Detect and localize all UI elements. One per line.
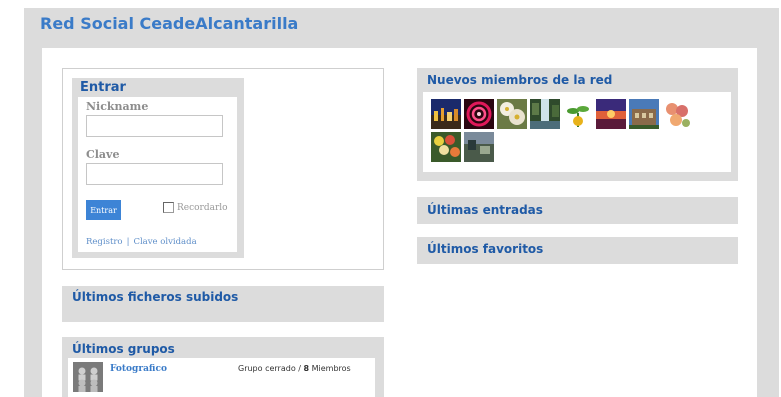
member-avatar-sunset[interactable] [596, 99, 626, 129]
remember-checkbox[interactable] [163, 202, 174, 213]
member-avatar-flowers-white[interactable] [497, 99, 527, 129]
group-status: Grupo cerrado / [238, 364, 301, 373]
member-avatar-spiral[interactable] [464, 99, 494, 129]
group-avatar[interactable] [73, 362, 103, 392]
member-avatar-building[interactable] [629, 99, 659, 129]
password-label: Clave [86, 148, 120, 161]
member-avatar-cityscape[interactable] [431, 99, 461, 129]
people-icon [73, 362, 103, 392]
member-avatar-flowers-pink[interactable] [662, 99, 692, 129]
member-avatar-plant[interactable] [563, 99, 593, 129]
forgot-password-link[interactable]: Clave olvidada [133, 237, 196, 247]
link-separator: | [126, 237, 130, 247]
login-button[interactable]: Entrar [86, 200, 121, 220]
files-title: Últimos ficheros subidos [72, 290, 239, 304]
group-member-label: Miembros [311, 364, 351, 373]
member-avatar-landscape[interactable] [464, 132, 494, 162]
group-name-link[interactable]: Fotografico [110, 364, 167, 374]
remember-label: Recordarlo [177, 202, 228, 213]
site-title[interactable]: Red Social CeadeAlcantarilla [40, 14, 298, 33]
login-title: Entrar [80, 80, 126, 95]
register-link[interactable]: Registro [86, 237, 123, 247]
nickname-label: Nickname [86, 100, 149, 113]
members-title: Nuevos miembros de la red [427, 73, 613, 87]
favorites-title: Últimos favoritos [427, 242, 544, 256]
groups-title: Últimos grupos [72, 342, 175, 356]
remember-option[interactable]: Recordarlo [163, 202, 228, 213]
group-member-count: 8 [303, 364, 310, 373]
login-links: Registro | Clave olvidada [86, 237, 197, 247]
group-meta: Grupo cerrado / 8 Miembros [238, 364, 351, 373]
member-avatar-waterfall[interactable] [530, 99, 560, 129]
password-input[interactable] [86, 163, 223, 185]
member-avatar-bouquet[interactable] [431, 132, 461, 162]
nickname-input[interactable] [86, 115, 223, 137]
entries-title: Últimas entradas [427, 203, 543, 217]
